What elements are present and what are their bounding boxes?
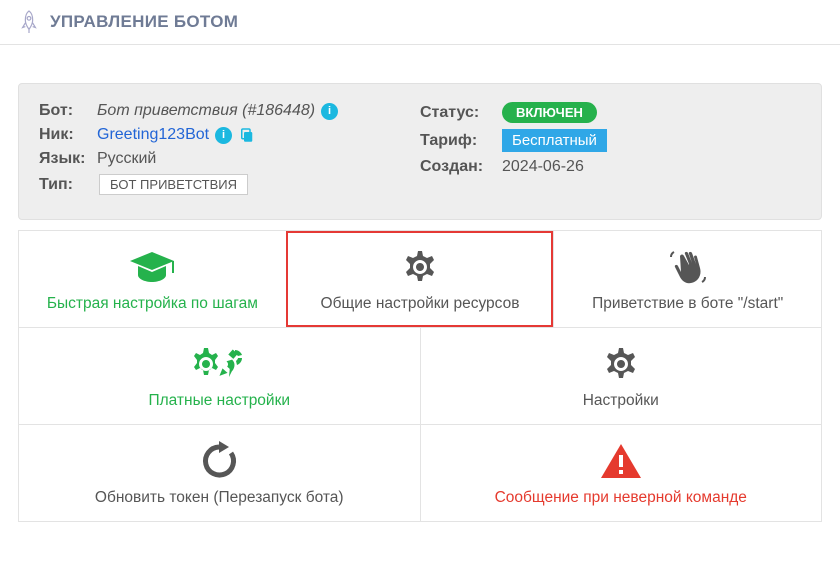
info-row-bot: Бот: Бот приветствия (#186448) i	[39, 102, 420, 120]
info-col-left: Бот: Бот приветствия (#186448) i Ник: Gr…	[39, 102, 420, 201]
info-row-tariff: Тариф: Бесплатный	[420, 129, 801, 152]
bot-value: Бот приветствия (#186448)	[97, 102, 315, 120]
info-col-right: Статус: ВКЛЮЧЕН Тариф: Бесплатный Создан…	[420, 102, 801, 201]
type-chip: БОТ ПРИВЕТСТВИЯ	[99, 174, 248, 195]
page-header: УПРАВЛЕНИЕ БОТОМ	[0, 0, 840, 45]
grid-row: Обновить токен (Перезапуск бота) Сообщен…	[19, 424, 821, 521]
status-label: Статус:	[420, 104, 496, 122]
nick-link[interactable]: Greeting123Bot	[97, 126, 209, 144]
tile-common-settings[interactable]: Общие настройки ресурсов	[286, 231, 554, 327]
gear-pencil-icon	[191, 342, 247, 386]
status-badge: ВКЛЮЧЕН	[502, 102, 597, 123]
created-value: 2024-06-26	[502, 158, 584, 176]
tile-label: Обновить токен (Перезапуск бота)	[95, 489, 344, 507]
type-label: Тип:	[39, 176, 91, 194]
lang-value: Русский	[97, 150, 156, 168]
bot-label: Бот:	[39, 102, 91, 120]
tile-label: Общие настройки ресурсов	[321, 295, 520, 313]
gear-icon	[400, 245, 440, 289]
tile-quick-setup[interactable]: Быстрая настройка по шагам	[19, 231, 286, 327]
created-label: Создан:	[420, 158, 496, 176]
tile-label: Приветствие в боте "/start"	[592, 295, 783, 313]
tile-invalid-command[interactable]: Сообщение при неверной команде	[420, 425, 822, 521]
warning-triangle-icon	[599, 439, 643, 483]
info-row-status: Статус: ВКЛЮЧЕН	[420, 102, 801, 123]
tariff-badge[interactable]: Бесплатный	[502, 129, 607, 152]
lang-label: Язык:	[39, 150, 91, 168]
tile-greeting-start[interactable]: Приветствие в боте "/start"	[553, 231, 821, 327]
info-row-nick: Ник: Greeting123Bot i	[39, 126, 420, 144]
tiles-grid: Быстрая настройка по шагам Общие настрой…	[18, 230, 822, 522]
info-icon[interactable]: i	[321, 103, 338, 120]
wave-hand-icon	[668, 245, 708, 289]
page-title: УПРАВЛЕНИЕ БОТОМ	[50, 12, 238, 32]
bot-info-panel: Бот: Бот приветствия (#186448) i Ник: Gr…	[18, 83, 822, 220]
info-row-lang: Язык: Русский	[39, 150, 420, 168]
tile-refresh-token[interactable]: Обновить токен (Перезапуск бота)	[19, 425, 420, 521]
grid-row: Быстрая настройка по шагам Общие настрой…	[19, 231, 821, 327]
info-icon[interactable]: i	[215, 127, 232, 144]
gear-icon	[601, 342, 641, 386]
refresh-icon	[199, 439, 239, 483]
nick-label: Ник:	[39, 126, 91, 144]
tile-label: Быстрая настройка по шагам	[47, 295, 258, 313]
tile-paid-settings[interactable]: Платные настройки	[19, 328, 420, 424]
graduation-cap-icon	[128, 245, 176, 289]
grid-row: Платные настройки Настройки	[19, 327, 821, 424]
tile-label: Настройки	[583, 392, 659, 410]
info-row-type: Тип: БОТ ПРИВЕТСТВИЯ	[39, 174, 420, 195]
copy-icon[interactable]	[238, 126, 256, 144]
tile-settings[interactable]: Настройки	[420, 328, 822, 424]
tile-label: Сообщение при неверной команде	[495, 489, 747, 507]
info-row-created: Создан: 2024-06-26	[420, 158, 801, 176]
rocket-icon	[18, 9, 40, 35]
tariff-label: Тариф:	[420, 132, 496, 150]
tile-label: Платные настройки	[148, 392, 290, 410]
